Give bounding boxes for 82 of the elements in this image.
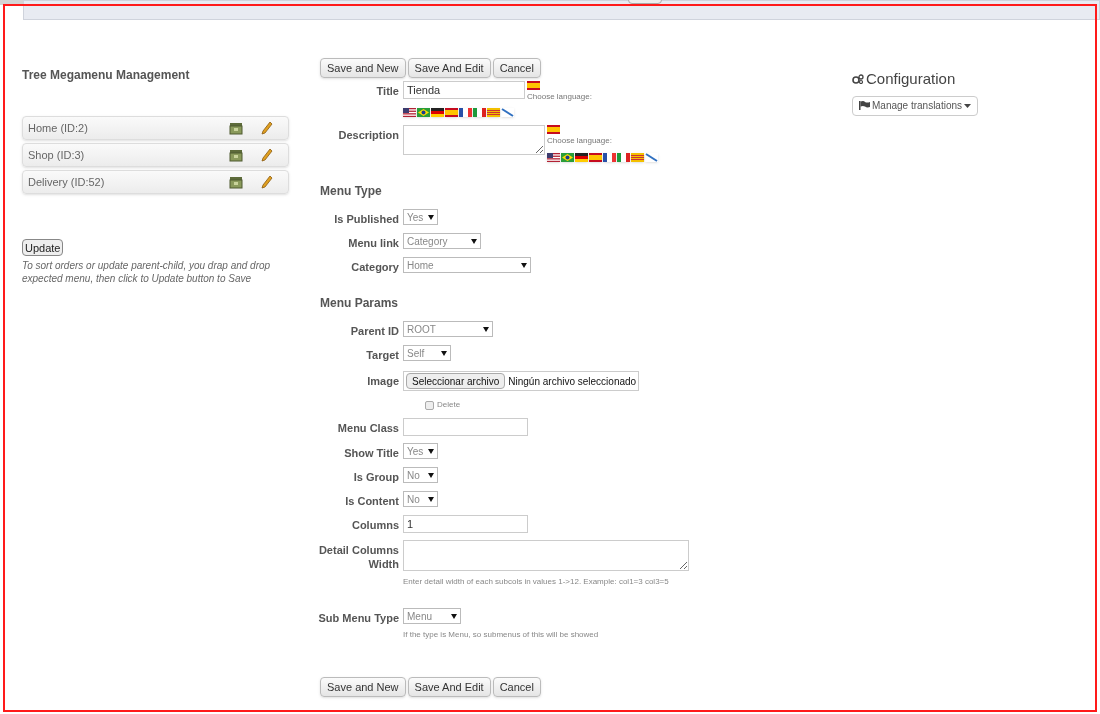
field-label: Show Title (343, 446, 399, 460)
file-status: Ningún archivo seleccionado (508, 374, 637, 389)
file-field[interactable]: Seleccionar archivo Ningún archivo seleccionado (403, 371, 640, 391)
pencil-icon[interactable] (261, 121, 273, 135)
tree-item[interactable]: Shop (ID:3) (22, 143, 289, 167)
caret-icon (521, 262, 527, 268)
select-field[interactable]: Category (403, 233, 481, 249)
flag-icon[interactable] (547, 153, 560, 162)
text-field[interactable]: 1 (403, 515, 528, 533)
flag-icon[interactable] (459, 108, 472, 117)
settings-icon (852, 74, 864, 85)
field-label: Target (365, 348, 399, 362)
section-heading: Menu Type (320, 183, 382, 200)
flag-icon[interactable] (417, 108, 430, 117)
text-field[interactable] (403, 418, 528, 436)
flag-icon (859, 101, 870, 110)
caret-icon (428, 496, 434, 502)
field-label: Menu Class (336, 421, 399, 436)
caret-icon (964, 103, 972, 108)
field-label: Detail Columns Width (317, 543, 399, 572)
field-label: Is Content (344, 494, 399, 508)
field-label: Title (375, 84, 399, 99)
form-button[interactable]: Cancel (492, 58, 541, 78)
form-button[interactable]: Save and New (320, 58, 406, 78)
form-button[interactable]: Cancel (492, 677, 541, 697)
translations-dropdown[interactable]: Manage translations (852, 95, 979, 116)
flag-icon[interactable] (403, 108, 416, 117)
update-button[interactable]: Update (22, 239, 64, 256)
language-label: Choose language: (547, 135, 613, 147)
archive-icon[interactable] (229, 175, 243, 189)
field-label: Description (337, 128, 399, 143)
flag-icon[interactable] (575, 153, 588, 162)
caret-icon (451, 613, 457, 619)
flag-icon[interactable] (473, 108, 486, 117)
select-field[interactable]: Self (403, 345, 451, 361)
select-field[interactable]: Yes (403, 209, 438, 225)
select-field[interactable]: No (403, 467, 438, 483)
caret-icon (471, 238, 477, 244)
form-button[interactable]: Save And Edit (407, 677, 491, 697)
field-label: Category (350, 260, 399, 274)
field-label: Parent ID (349, 324, 399, 338)
panel-title: Tree Megamenu Management (22, 67, 191, 84)
panel-title: Configuration (866, 69, 956, 89)
flag-icon[interactable] (561, 153, 574, 162)
field-label: Is Group (352, 470, 399, 484)
text-field[interactable]: Tienda (403, 81, 525, 99)
field-label: Menu link (347, 236, 399, 250)
checkbox-label: Delete (437, 399, 461, 411)
pencil-icon[interactable] (261, 175, 273, 189)
pencil-icon[interactable] (261, 148, 273, 162)
select-field[interactable]: Home (403, 257, 531, 273)
checkbox[interactable] (425, 400, 434, 410)
flag-icon[interactable] (431, 108, 444, 117)
field-label: Is Published (333, 212, 399, 226)
select-field[interactable]: Menu (403, 608, 461, 624)
caret-icon (428, 472, 434, 478)
caret-icon (483, 326, 489, 332)
flag-icon[interactable] (645, 153, 658, 162)
tree-item[interactable]: Home (ID:2) (22, 116, 289, 140)
caret-icon (428, 214, 434, 220)
help-text: If the type is Menu, so submenus of this will be showed (403, 629, 599, 641)
archive-icon[interactable] (229, 121, 243, 135)
flag-icon[interactable] (603, 153, 616, 162)
caret-icon (441, 350, 447, 356)
flag-icon[interactable] (501, 108, 514, 117)
choose-file-button[interactable]: Seleccionar archivo (406, 373, 506, 389)
help-text: Enter detail width of each subcols in values 1->12. Example: col1=3 col3=5 (403, 576, 670, 588)
form-button[interactable]: Save and New (320, 677, 406, 697)
tree-item[interactable]: Delivery (ID:52) (22, 170, 289, 194)
section-heading: Menu Params (320, 295, 399, 312)
help-text: To sort orders or update parent-child, you drap and drop expected menu, then click to Update button to Save (22, 259, 272, 285)
flag-icon[interactable] (617, 153, 630, 162)
select-field[interactable]: No (403, 491, 438, 507)
archive-icon[interactable] (229, 148, 243, 162)
select-field[interactable]: Yes (403, 443, 438, 459)
select-field[interactable]: ROOT (403, 321, 493, 337)
form-button[interactable]: Save And Edit (407, 58, 491, 78)
language-label: Choose language: (527, 91, 592, 103)
field-label: Image (366, 374, 399, 389)
caret-icon (428, 448, 434, 454)
field-label: Sub Menu Type (317, 611, 399, 626)
field-label: Columns (350, 518, 399, 533)
